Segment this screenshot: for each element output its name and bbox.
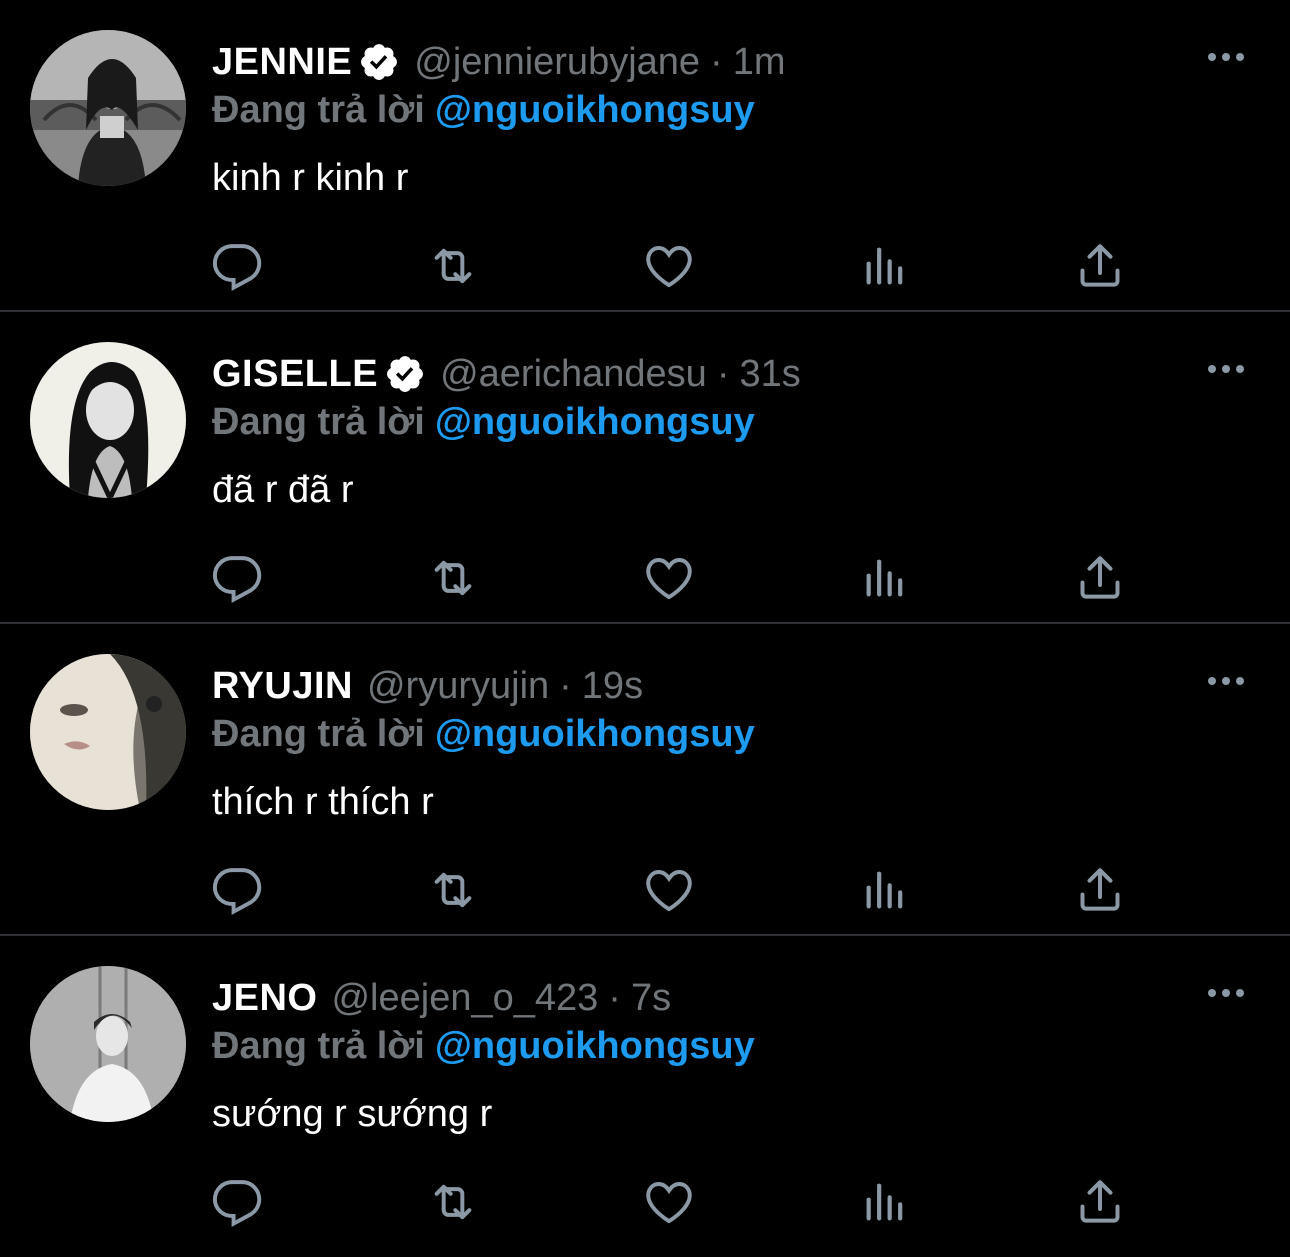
reply-bubble-icon[interactable] bbox=[210, 1174, 266, 1230]
tweet-header: RYUJIN @ryuryujin · 19s bbox=[212, 656, 643, 716]
avatar-photo-giselle bbox=[30, 342, 186, 498]
avatar-photo-jennie bbox=[30, 30, 186, 186]
replying-to: Đang trả lời @nguoikhongsuy bbox=[212, 84, 755, 136]
verified-badge-icon bbox=[384, 353, 426, 395]
avatar[interactable] bbox=[30, 30, 186, 186]
replying-to-label: Đang trả lời bbox=[212, 401, 425, 443]
avatar-photo-ryujin bbox=[30, 654, 186, 810]
user-handle[interactable]: @jennierubyjane bbox=[414, 32, 700, 92]
replying-to-user-link[interactable]: @nguoikhongsuy bbox=[435, 713, 755, 755]
more-dots-icon[interactable] bbox=[1204, 978, 1248, 1008]
avatar-photo-jeno bbox=[30, 966, 186, 1122]
replying-to-user-link[interactable]: @nguoikhongsuy bbox=[435, 1025, 755, 1067]
tweet-time[interactable]: 31s bbox=[739, 344, 800, 404]
tweet-time[interactable]: 19s bbox=[582, 656, 643, 716]
tweet-text: đã r đã r bbox=[212, 469, 354, 511]
tweet-item[interactable]: GISELLE @aerichandesu · 31s Đang trả lời… bbox=[0, 312, 1290, 624]
replying-to: Đang trả lời @nguoikhongsuy bbox=[212, 1020, 755, 1072]
tweet-feed: JENNIE @jennierubyjane · 1m Đang trả lời… bbox=[0, 0, 1290, 1257]
tweet-header: JENNIE @jennierubyjane · 1m bbox=[212, 32, 786, 92]
more-dots-icon[interactable] bbox=[1204, 42, 1248, 72]
heart-icon[interactable] bbox=[641, 238, 697, 294]
separator-dot: · bbox=[608, 977, 621, 1019]
retweet-icon[interactable] bbox=[425, 1174, 481, 1230]
avatar[interactable] bbox=[30, 966, 186, 1122]
retweet-icon[interactable] bbox=[425, 238, 481, 294]
heart-icon[interactable] bbox=[641, 862, 697, 918]
user-handle[interactable]: @leejen_o_423 bbox=[331, 968, 598, 1028]
separator-dot: · bbox=[559, 665, 572, 707]
more-dots-icon[interactable] bbox=[1204, 666, 1248, 696]
retweet-icon[interactable] bbox=[425, 862, 481, 918]
views-bars-icon[interactable] bbox=[857, 238, 913, 294]
tweet-actions bbox=[0, 1174, 1290, 1234]
tweet-item[interactable]: JENO @leejen_o_423 · 7s Đang trả lời @ngu… bbox=[0, 936, 1290, 1248]
replying-to-label: Đang trả lời bbox=[212, 89, 425, 131]
tweet-time[interactable]: 1m bbox=[733, 32, 786, 92]
user-handle[interactable]: @aerichandesu bbox=[440, 344, 707, 404]
tweet-item[interactable]: RYUJIN @ryuryujin · 19s Đang trả lời @ngu… bbox=[0, 624, 1290, 936]
tweet-text: kinh r kinh r bbox=[212, 157, 409, 199]
tweet-item[interactable]: JENNIE @jennierubyjane · 1m Đang trả lời… bbox=[0, 0, 1290, 312]
replying-to-user-link[interactable]: @nguoikhongsuy bbox=[435, 401, 755, 443]
views-bars-icon[interactable] bbox=[857, 862, 913, 918]
replying-to: Đang trả lời @nguoikhongsuy bbox=[212, 396, 755, 448]
share-upload-icon[interactable] bbox=[1072, 238, 1128, 294]
heart-icon[interactable] bbox=[641, 550, 697, 606]
display-name[interactable]: GISELLE bbox=[212, 344, 378, 404]
user-handle[interactable]: @ryuryujin bbox=[367, 656, 549, 716]
reply-bubble-icon[interactable] bbox=[210, 862, 266, 918]
display-name[interactable]: JENO bbox=[212, 968, 317, 1028]
reply-bubble-icon[interactable] bbox=[210, 550, 266, 606]
separator-dot: · bbox=[710, 41, 723, 83]
tweet-text: thích r thích r bbox=[212, 781, 434, 823]
heart-icon[interactable] bbox=[641, 1174, 697, 1230]
display-name[interactable]: JENNIE bbox=[212, 32, 352, 92]
share-upload-icon[interactable] bbox=[1072, 550, 1128, 606]
tweet-actions bbox=[0, 862, 1290, 922]
replying-to: Đang trả lời @nguoikhongsuy bbox=[212, 708, 755, 760]
reply-bubble-icon[interactable] bbox=[210, 238, 266, 294]
verified-badge-icon bbox=[358, 41, 400, 83]
tweet-header: JENO @leejen_o_423 · 7s bbox=[212, 968, 671, 1028]
tweet-time[interactable]: 7s bbox=[631, 968, 671, 1028]
tweet-text: sướng r sướng r bbox=[212, 1093, 493, 1135]
views-bars-icon[interactable] bbox=[857, 1174, 913, 1230]
replying-to-user-link[interactable]: @nguoikhongsuy bbox=[435, 89, 755, 131]
replying-to-label: Đang trả lời bbox=[212, 713, 425, 755]
views-bars-icon[interactable] bbox=[857, 550, 913, 606]
share-upload-icon[interactable] bbox=[1072, 1174, 1128, 1230]
avatar[interactable] bbox=[30, 342, 186, 498]
avatar[interactable] bbox=[30, 654, 186, 810]
more-dots-icon[interactable] bbox=[1204, 354, 1248, 384]
share-upload-icon[interactable] bbox=[1072, 862, 1128, 918]
replying-to-label: Đang trả lời bbox=[212, 1025, 425, 1067]
retweet-icon[interactable] bbox=[425, 550, 481, 606]
tweet-header: GISELLE @aerichandesu · 31s bbox=[212, 344, 801, 404]
tweet-actions bbox=[0, 550, 1290, 610]
tweet-actions bbox=[0, 238, 1290, 298]
display-name[interactable]: RYUJIN bbox=[212, 656, 353, 716]
separator-dot: · bbox=[716, 353, 730, 395]
